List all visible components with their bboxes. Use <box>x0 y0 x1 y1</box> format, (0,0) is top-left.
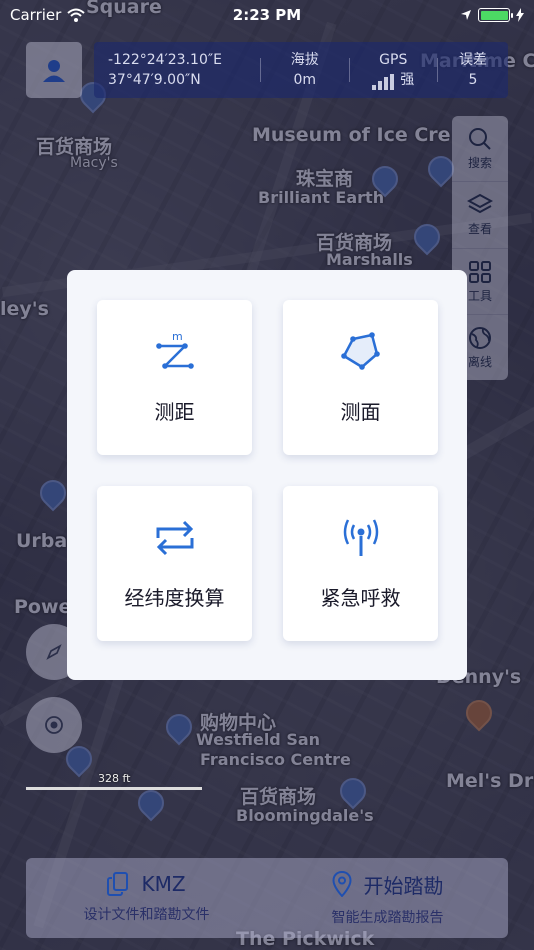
gps-cell: GPS 强 <box>350 50 438 90</box>
battery-icon <box>478 8 513 22</box>
area-measure-icon <box>340 332 380 370</box>
survey-title: 开始踏勘 <box>363 873 444 898</box>
view-layers-button[interactable]: 查看 <box>452 182 508 249</box>
locate-me-button[interactable] <box>26 697 82 753</box>
emergency-call-card[interactable]: 紧急呼救 <box>283 486 438 641</box>
distance-measure-label: 测距 <box>154 400 195 424</box>
view-label: 查看 <box>467 222 492 237</box>
error-value: 5 <box>468 72 478 88</box>
copy-files-icon <box>107 872 129 896</box>
emergency-call-label: 紧急呼救 <box>320 586 401 610</box>
error-label: 误差 <box>459 52 487 68</box>
user-icon <box>43 60 65 82</box>
location-arrow-icon <box>461 10 471 20</box>
offline-label: 离线 <box>467 354 492 369</box>
area-measure-label: 测面 <box>340 400 381 424</box>
convert-arrows-icon <box>156 520 193 556</box>
coordinate-convert-card[interactable]: 经纬度换算 <box>97 486 252 641</box>
area-measure-card[interactable]: 测面 <box>283 300 438 455</box>
kmz-button[interactable]: KMZ 设计文件和踏勘文件 <box>26 858 267 938</box>
bottom-action-bar: KMZ 设计文件和踏勘文件 开始踏勘 智能生成踏勘报告 <box>26 858 508 938</box>
carrier: Carrier <box>10 6 85 24</box>
scale-label: 328 ft <box>98 772 131 785</box>
coordinates: -122°24′23.10″E 37°47′9.00″N <box>94 50 260 90</box>
location-pin-icon <box>331 871 352 897</box>
tools-label: 工具 <box>467 288 492 303</box>
altitude-cell: 海拔 0m <box>261 50 349 90</box>
signal-strength-icon <box>372 74 395 90</box>
user-avatar-button[interactable] <box>26 42 82 98</box>
gps-label: GPS <box>379 52 408 68</box>
latitude: 37°47′9.00″N <box>108 72 201 88</box>
charging-icon <box>516 8 524 22</box>
distance-measure-card[interactable]: m 测距 <box>97 300 252 455</box>
globe-icon <box>469 326 491 349</box>
locate-icon <box>45 716 63 734</box>
status-bar: Carrier 2:23 PM <box>0 0 534 30</box>
location-info-bar: -122°24′23.10″E 37°47′9.00″N 海拔 0m GPS 强… <box>94 42 508 98</box>
status-time: 2:23 PM <box>232 6 302 24</box>
error-cell: 误差 5 <box>438 50 508 90</box>
compass-icon <box>46 644 62 660</box>
kmz-subtitle: 设计文件和踏勘文件 <box>83 907 210 923</box>
wifi-icon <box>67 8 85 22</box>
kmz-title: KMZ <box>141 872 186 896</box>
tools-panel: m 测距 测面 经纬度换算 紧急呼救 <box>67 270 467 680</box>
gps-value: 强 <box>400 72 415 88</box>
start-survey-button[interactable]: 开始踏勘 智能生成踏勘报告 <box>267 858 508 938</box>
grid-icon <box>469 260 491 283</box>
signal-tower-icon <box>343 519 378 556</box>
coordinate-convert-label: 经纬度换算 <box>124 586 225 610</box>
carrier-label: Carrier <box>10 6 62 24</box>
search-label: 搜索 <box>467 156 492 171</box>
unit-mark: m <box>172 330 183 343</box>
map-scale-bar: 328 ft <box>26 772 202 790</box>
distance-measure-icon: m <box>155 330 194 369</box>
altitude-label: 海拔 <box>290 52 319 68</box>
survey-subtitle: 智能生成踏勘报告 <box>331 909 444 926</box>
layers-icon <box>467 194 493 214</box>
search-icon <box>469 128 491 150</box>
search-button[interactable]: 搜索 <box>452 116 508 183</box>
altitude-value: 0m <box>293 72 317 88</box>
longitude: -122°24′23.10″E <box>108 52 222 68</box>
